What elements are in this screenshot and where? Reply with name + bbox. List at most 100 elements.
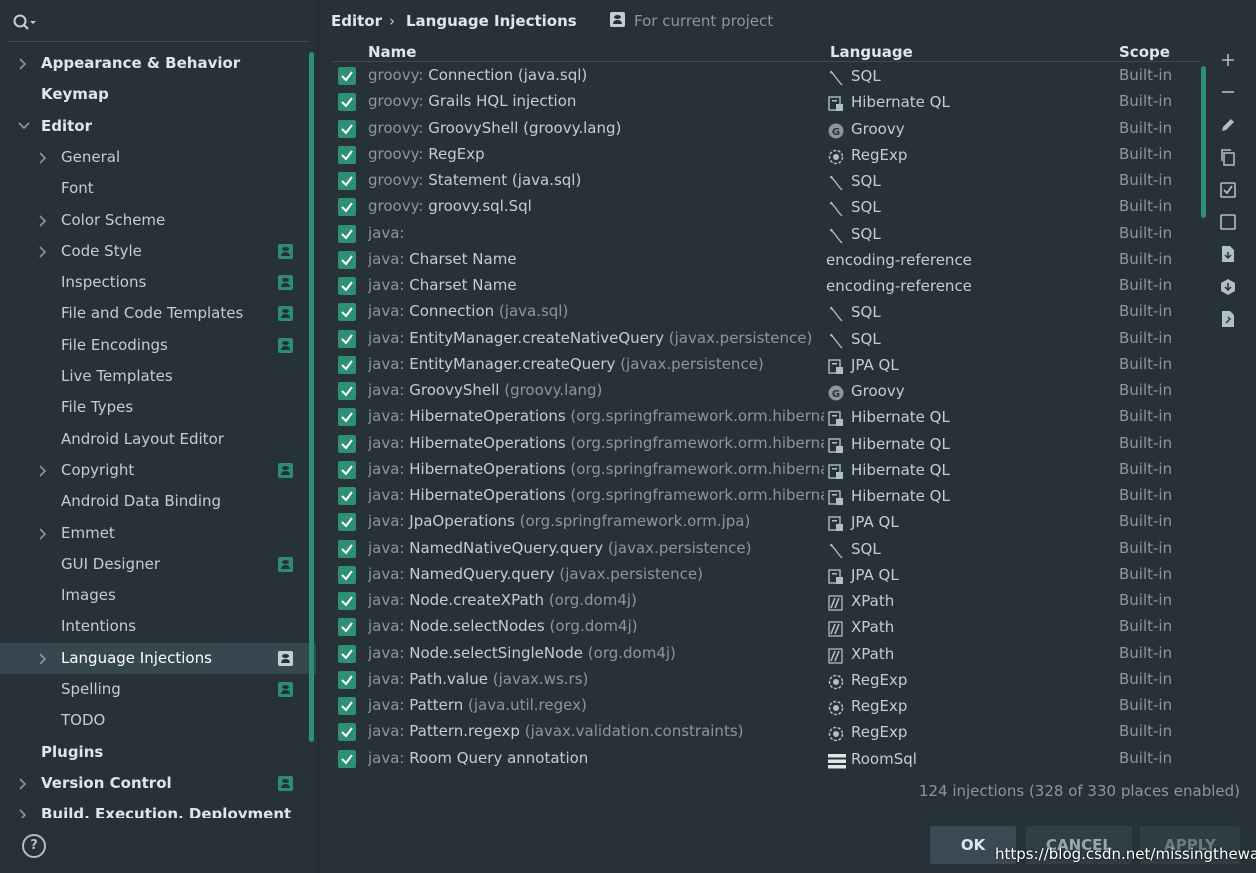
enabled-checkbox[interactable]: [338, 145, 356, 164]
table-row[interactable]: groovy: Statement (java.sql) SQL Built-in: [332, 167, 1200, 193]
enabled-checkbox[interactable]: [338, 250, 356, 269]
chevron-right-icon[interactable]: [38, 455, 50, 486]
table-row[interactable]: groovy: Connection (java.sql) SQL Built-i…: [332, 62, 1200, 88]
chevron-right-icon[interactable]: [18, 48, 30, 79]
enabled-checkbox[interactable]: [338, 618, 356, 637]
enabled-checkbox[interactable]: [338, 670, 356, 689]
table-row[interactable]: java: Node.selectNodes (org.dom4j) XPath B…: [332, 613, 1200, 639]
table-row[interactable]: java: HibernateOperations (org.springfra…: [332, 430, 1200, 456]
enabled-checkbox[interactable]: [338, 355, 356, 374]
table-row[interactable]: groovy: RegExp RegExp Built-in: [332, 141, 1200, 167]
sidebar-item[interactable]: Language Injections: [0, 642, 316, 674]
sidebar-item[interactable]: Intentions: [0, 611, 316, 642]
column-header-name[interactable]: Name: [368, 43, 416, 61]
sidebar-item[interactable]: Font: [0, 173, 316, 204]
import-icon[interactable]: [1216, 242, 1240, 266]
sidebar-item[interactable]: General: [0, 142, 316, 173]
chevron-right-icon[interactable]: [38, 518, 50, 549]
enabled-checkbox[interactable]: [338, 67, 356, 85]
enabled-checkbox[interactable]: [338, 749, 356, 768]
help-button[interactable]: ?: [22, 834, 46, 858]
enabled-checkbox[interactable]: [338, 408, 356, 427]
table-row[interactable]: java: Connection (java.sql) SQL Built-in: [332, 298, 1200, 324]
chevron-right-icon[interactable]: [38, 643, 50, 674]
add-icon[interactable]: [1216, 48, 1240, 72]
edit-icon[interactable]: [1216, 113, 1240, 137]
table-row[interactable]: groovy: GroovyShell (groovy.lang) G Groov…: [332, 115, 1200, 141]
enabled-checkbox[interactable]: [338, 303, 356, 322]
sidebar-scrollbar[interactable]: [309, 52, 314, 742]
remove-icon[interactable]: [1216, 80, 1240, 104]
sidebar-item[interactable]: Images: [0, 580, 316, 611]
copy-icon[interactable]: [1216, 145, 1240, 169]
table-row[interactable]: java: HibernateOperations (org.springfra…: [332, 456, 1200, 482]
enabled-checkbox[interactable]: [338, 565, 356, 584]
enabled-checkbox[interactable]: [338, 382, 356, 400]
chevron-right-icon[interactable]: [38, 142, 50, 173]
enabled-checkbox[interactable]: [338, 487, 356, 505]
enabled-checkbox[interactable]: [338, 460, 356, 479]
enabled-checkbox[interactable]: [338, 329, 356, 348]
table-row[interactable]: groovy: Grails HQL injection Hibernate Q…: [332, 88, 1200, 114]
enabled-checkbox[interactable]: [338, 224, 356, 243]
table-row[interactable]: java: SQL Built-in: [332, 220, 1200, 246]
enable-all-icon[interactable]: [1216, 178, 1240, 202]
table-row[interactable]: java: Path.value (javax.ws.rs) RegExp Buil…: [332, 666, 1200, 692]
table-row[interactable]: java: NamedQuery.query (javax.persistenc…: [332, 561, 1200, 587]
export-icon[interactable]: [1216, 275, 1240, 299]
sidebar-item[interactable]: File Types: [0, 392, 316, 423]
enabled-checkbox[interactable]: [338, 198, 356, 217]
table-row[interactable]: java: Pattern (java.util.regex) RegExp Bui…: [332, 692, 1200, 718]
enabled-checkbox[interactable]: [338, 277, 356, 295]
sidebar-item[interactable]: Code Style: [0, 236, 316, 267]
sidebar-item[interactable]: Keymap: [0, 79, 316, 110]
enabled-checkbox[interactable]: [338, 539, 356, 558]
table-row[interactable]: java: Node.createXPath (org.dom4j) XPath B…: [332, 587, 1200, 613]
sidebar-item[interactable]: Editor: [0, 111, 316, 142]
enabled-checkbox[interactable]: [338, 723, 356, 742]
enabled-checkbox[interactable]: [338, 434, 356, 453]
table-row[interactable]: java: Node.selectSingleNode (org.dom4j) X…: [332, 640, 1200, 666]
sidebar-item[interactable]: Appearance & Behavior: [0, 48, 316, 79]
table-row[interactable]: java: JpaOperations (org.springframework…: [332, 508, 1200, 534]
enabled-checkbox[interactable]: [338, 592, 356, 610]
chevron-right-icon[interactable]: [38, 205, 50, 236]
sidebar-item[interactable]: Plugins: [0, 737, 316, 768]
table-row[interactable]: groovy: groovy.sql.Sql SQL Built-in: [332, 193, 1200, 219]
enabled-checkbox[interactable]: [338, 119, 356, 138]
table-row[interactable]: java: NamedNativeQuery.query (javax.pers…: [332, 535, 1200, 561]
table-row[interactable]: java: Charset Name encoding-reference Bui…: [332, 246, 1200, 272]
sidebar-item[interactable]: Copyright: [0, 455, 316, 486]
sidebar-item[interactable]: Color Scheme: [0, 205, 316, 236]
table-row[interactable]: java: HibernateOperations (org.springfra…: [332, 403, 1200, 429]
breadcrumb-parent[interactable]: Editor: [331, 8, 382, 34]
table-row[interactable]: java: Room Query annotation RoomSql Built…: [332, 745, 1200, 771]
table-row[interactable]: java: EntityManager.createNativeQuery (j…: [332, 325, 1200, 351]
enabled-checkbox[interactable]: [338, 172, 356, 190]
table-row[interactable]: java: HibernateOperations (org.springfra…: [332, 482, 1200, 508]
file-icon[interactable]: [1216, 307, 1240, 331]
chevron-down-icon[interactable]: [18, 111, 30, 142]
column-header-language[interactable]: Language: [830, 43, 913, 61]
sidebar-item[interactable]: File and Code Templates: [0, 298, 316, 329]
table-scrollbar[interactable]: [1201, 66, 1206, 218]
sidebar-item[interactable]: Android Layout Editor: [0, 424, 316, 455]
settings-search-input[interactable]: [8, 5, 310, 42]
column-header-scope[interactable]: Scope: [1119, 43, 1170, 61]
enabled-checkbox[interactable]: [338, 697, 356, 715]
sidebar-item[interactable]: Spelling: [0, 674, 316, 705]
sidebar-item[interactable]: Version Control: [0, 768, 316, 799]
table-row[interactable]: java: Charset Name encoding-reference Bui…: [332, 272, 1200, 298]
sidebar-item[interactable]: TODO: [0, 705, 316, 736]
table-row[interactable]: java: GroovyShell (groovy.lang) G Groovy Bu…: [332, 377, 1200, 403]
sidebar-item[interactable]: Build, Execution, Deployment: [0, 799, 316, 818]
disable-all-icon[interactable]: [1216, 210, 1240, 234]
sidebar-item[interactable]: GUI Designer: [0, 549, 316, 580]
chevron-right-icon[interactable]: [18, 768, 30, 799]
table-row[interactable]: java: EntityManager.createQuery (javax.p…: [332, 351, 1200, 377]
chevron-right-icon[interactable]: [18, 799, 30, 818]
chevron-right-icon[interactable]: [38, 236, 50, 267]
sidebar-item[interactable]: Emmet: [0, 518, 316, 549]
sidebar-item[interactable]: Inspections: [0, 267, 316, 298]
sidebar-item[interactable]: Android Data Binding: [0, 486, 316, 517]
